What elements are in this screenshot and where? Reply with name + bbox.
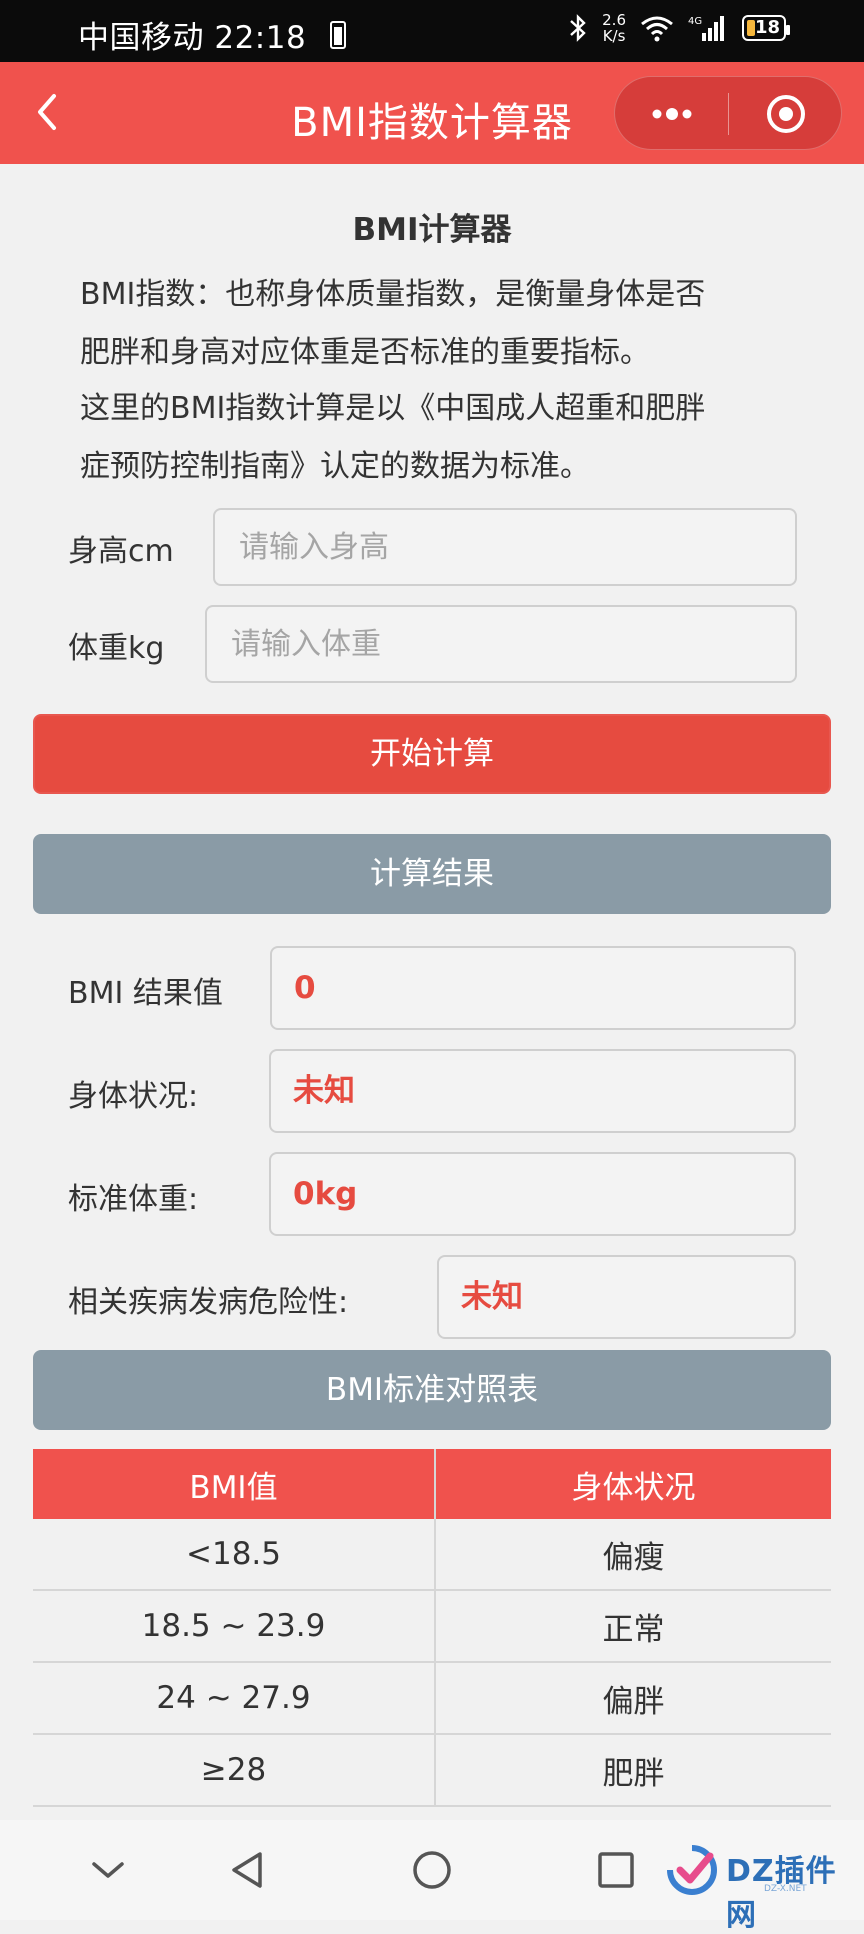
height-label: 身高cm	[68, 534, 174, 569]
signal-icon: 4G	[688, 16, 724, 41]
height-row: 身高cm	[0, 508, 864, 588]
network-type: 4G	[688, 16, 702, 27]
table-cell: 正常	[435, 1590, 831, 1663]
description-line: 这里的BMI指数计算是以《中国成人超重和肥胖	[80, 391, 706, 426]
bmi-result-value: 0	[270, 946, 796, 1030]
table-row: 24 ~ 27.9 偏胖	[33, 1662, 831, 1735]
standard-weight-label: 标准体重:	[68, 1182, 199, 1217]
bmi-table-section-header: BMI标准对照表	[33, 1350, 831, 1430]
more-dots-icon[interactable]	[645, 99, 699, 129]
system-nav-bar: DZ插件网 DZ-X.NET	[0, 1820, 864, 1933]
table-header-row: BMI值 身体状况	[33, 1449, 831, 1519]
watermark: DZ插件网 DZ-X.NET	[662, 1840, 852, 1933]
table-cell: 18.5 ~ 23.9	[33, 1590, 436, 1663]
watermark-subtext: DZ-X.NET	[764, 1884, 807, 1894]
bmi-standard-table: BMI值 身体状况 <18.5 偏瘦 18.5 ~ 23.9 正常 24 ~ 2…	[33, 1449, 831, 1807]
close-target-icon[interactable]	[765, 93, 807, 135]
battery-saver-icon	[330, 20, 347, 49]
weight-label: 体重kg	[68, 631, 165, 666]
back-triangle-icon[interactable]	[224, 1846, 272, 1894]
table-header-bmi: BMI值	[33, 1449, 436, 1519]
battery-level: 18	[754, 17, 780, 38]
height-input[interactable]	[213, 508, 797, 586]
description-line: BMI指数：也称身体质量指数，是衡量身体是否	[80, 277, 706, 312]
calculate-button[interactable]: 开始计算	[33, 714, 831, 794]
description-line: 症预防控制指南》认定的数据为标准。	[80, 449, 590, 484]
results-section-header: 计算结果	[33, 834, 831, 914]
miniprogram-capsule	[614, 76, 842, 150]
status-left: 中国移动 22:18	[78, 12, 347, 57]
bmi-result-row: BMI 结果值 0	[0, 946, 864, 1030]
weight-row: 体重kg	[0, 605, 864, 685]
dz-logo-icon	[667, 1845, 717, 1895]
table-cell: 肥胖	[435, 1734, 831, 1807]
standard-weight-value: 0kg	[269, 1152, 796, 1236]
status-right: 2.6 K/s 4G 18	[568, 12, 790, 44]
capsule-divider	[728, 93, 729, 135]
network-speed: 2.6 K/s	[602, 12, 626, 44]
battery-icon: 18	[742, 15, 790, 41]
table-cell: 偏瘦	[435, 1519, 831, 1591]
body-status-row: 身体状况: 未知	[0, 1049, 864, 1133]
standard-weight-row: 标准体重: 0kg	[0, 1152, 864, 1236]
disease-risk-row: 相关疾病发病危险性: 未知	[0, 1255, 864, 1339]
disease-risk-value: 未知	[437, 1255, 796, 1339]
bluetooth-icon	[570, 14, 586, 42]
table-cell: 偏胖	[435, 1662, 831, 1735]
table-row: <18.5 偏瘦	[33, 1519, 831, 1591]
carrier-time: 中国移动 22:18	[78, 20, 307, 56]
disease-risk-label: 相关疾病发病危险性:	[68, 1285, 349, 1320]
description-line: 肥胖和身高对应体重是否标准的重要指标。	[80, 335, 650, 370]
wifi-icon	[641, 16, 673, 42]
table-cell: 24 ~ 27.9	[33, 1662, 436, 1735]
home-circle-icon[interactable]	[408, 1846, 456, 1894]
recents-square-icon[interactable]	[592, 1846, 640, 1894]
table-row: 18.5 ~ 23.9 正常	[33, 1590, 831, 1663]
weight-input[interactable]	[205, 605, 797, 683]
table-header-status: 身体状况	[435, 1449, 831, 1519]
app-header: BMI指数计算器	[0, 62, 864, 164]
speed-unit: K/s	[602, 27, 626, 45]
body-status-label: 身体状况:	[68, 1079, 199, 1114]
bmi-result-label: BMI 结果值	[68, 976, 223, 1011]
chevron-down-icon[interactable]	[84, 1846, 132, 1894]
page-title: BMI计算器	[352, 212, 512, 248]
table-cell: ≥28	[33, 1734, 436, 1807]
table-cell: <18.5	[33, 1519, 436, 1591]
body-status-value: 未知	[269, 1049, 796, 1133]
status-bar: 中国移动 22:18 2.6 K/s 4G 18	[0, 0, 864, 62]
speed-value: 2.6	[602, 11, 626, 29]
table-row: ≥28 肥胖	[33, 1734, 831, 1807]
